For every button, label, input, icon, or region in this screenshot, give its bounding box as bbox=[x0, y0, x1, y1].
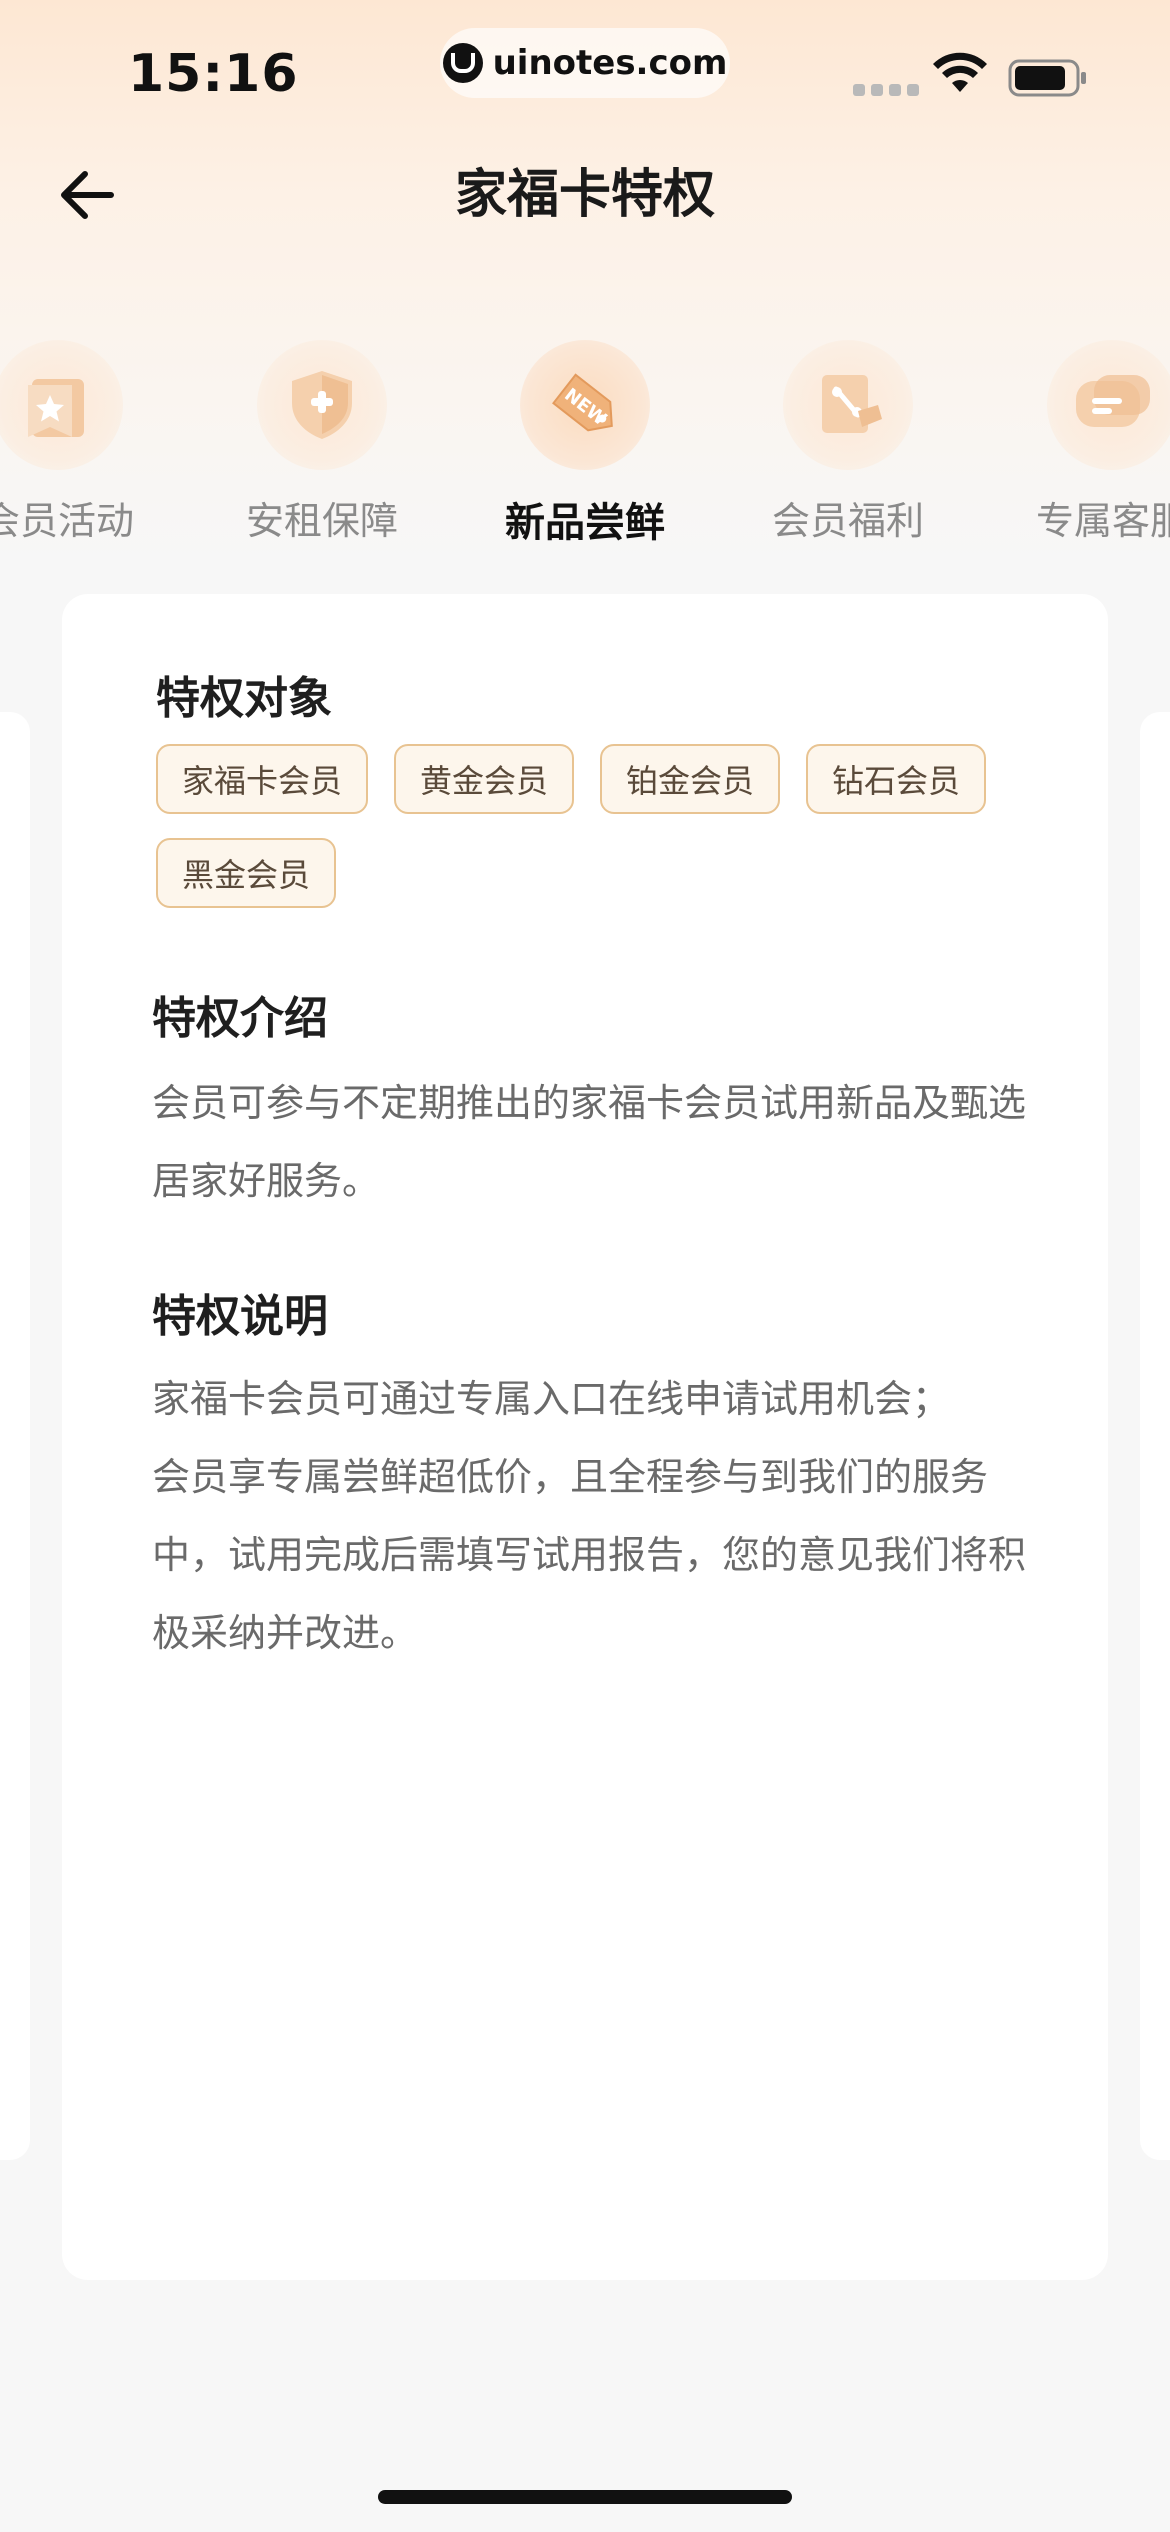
desc-text: 家福卡会员可通过专属入口在线申请试用机会； 会员享专属尝鲜超低价，且全程参与到我… bbox=[152, 1360, 1032, 1672]
desc-section-title: 特权说明 bbox=[152, 1291, 328, 1342]
desc-line: 家福卡会员可通过专属入口在线申请试用机会； bbox=[152, 1377, 951, 1421]
tag-gold-member: 黄金会员 bbox=[394, 744, 575, 814]
cellular-signal-icon bbox=[853, 84, 919, 96]
battery-icon bbox=[1008, 59, 1086, 97]
new-tag-icon: NEW bbox=[552, 373, 613, 432]
tab-new-product-trial[interactable]: NEW 新品尝鲜 bbox=[465, 340, 705, 548]
tab-label: 安租保障 bbox=[245, 499, 398, 543]
home-indicator[interactable] bbox=[378, 2490, 792, 2504]
tag-black-gold-member: 黑金会员 bbox=[156, 838, 337, 908]
tab-member-activity[interactable]: 会员活动 bbox=[0, 340, 178, 545]
shield-plus-icon bbox=[292, 371, 352, 439]
tab-label: 会员活动 bbox=[0, 499, 134, 543]
tag-platinum-member: 铂金会员 bbox=[600, 744, 781, 814]
percent-coupon-icon bbox=[822, 375, 882, 433]
tag-jiafuka-member: 家福卡会员 bbox=[156, 744, 369, 814]
wifi-icon bbox=[933, 52, 987, 92]
tag-diamond-member: 钻石会员 bbox=[806, 744, 987, 814]
target-section-title: 特权对象 bbox=[156, 673, 332, 724]
url-pill[interactable]: uinotes.com bbox=[440, 28, 730, 98]
tab-exclusive-service[interactable]: 专属客服 bbox=[992, 340, 1170, 545]
tab-label: 新品尝鲜 bbox=[505, 500, 665, 546]
chat-bubble-icon bbox=[1076, 375, 1150, 427]
privilege-detail-card: 特权对象 家福卡会员 黄金会员 铂金会员 钻石会员 黑金会员 特权介绍 会员可参… bbox=[62, 594, 1108, 2280]
status-time: 15:16 bbox=[128, 44, 299, 104]
tab-rental-protection[interactable]: 安租保障 bbox=[202, 340, 442, 545]
tab-member-benefits[interactable]: 会员福利 bbox=[728, 340, 968, 545]
intro-section-title: 特权介绍 bbox=[152, 993, 328, 1044]
desc-line: 会员享专属尝鲜超低价，且全程参与到我们的服务中，试用完成后需填写试用报告，您的意… bbox=[152, 1455, 1027, 1655]
previous-card-peek[interactable] bbox=[0, 712, 30, 2160]
url-text: uinotes.com bbox=[492, 43, 728, 83]
star-bookmark-icon bbox=[28, 379, 84, 437]
member-tier-tags: 家福卡会员 黄金会员 铂金会员 钻石会员 黑金会员 bbox=[156, 744, 1056, 908]
page-title: 家福卡特权 bbox=[454, 165, 715, 225]
next-card-peek[interactable] bbox=[1140, 712, 1170, 2160]
site-logo-icon bbox=[442, 43, 483, 83]
tab-label: 会员福利 bbox=[771, 499, 924, 543]
tab-label: 专属客服 bbox=[1035, 499, 1170, 543]
intro-text: 会员可参与不定期推出的家福卡会员试用新品及甄选居家好服务。 bbox=[152, 1081, 1027, 1203]
